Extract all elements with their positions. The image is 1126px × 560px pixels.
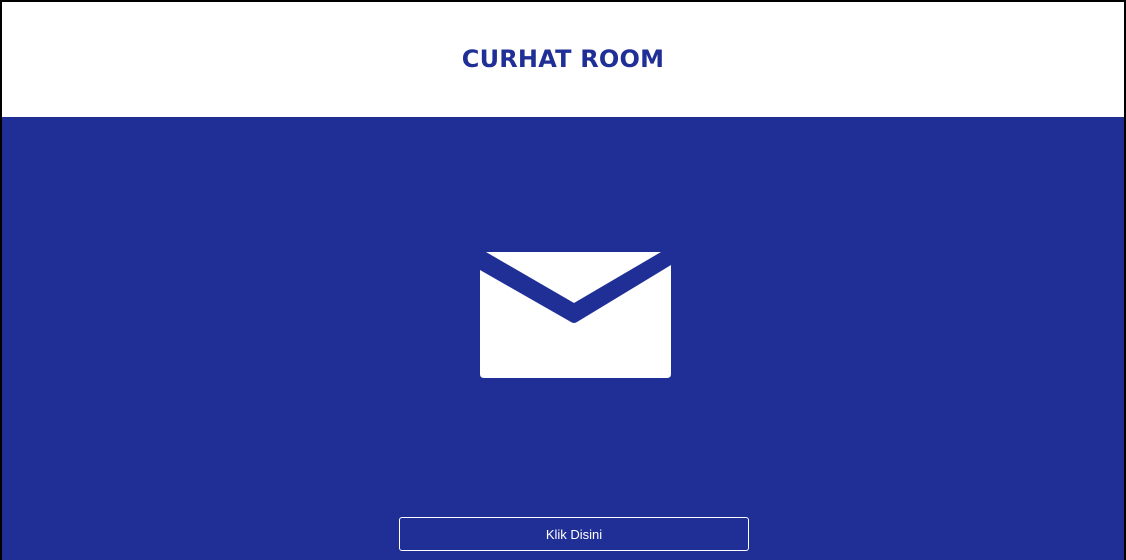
page-title: CURHAT ROOM — [461, 44, 665, 73]
page-header: CURHAT ROOM — [2, 2, 1124, 117]
klik-disini-button[interactable]: Klik Disini — [399, 517, 749, 551]
envelope-icon — [480, 252, 671, 378]
main-panel: Klik Disini — [2, 117, 1124, 560]
app-frame: CURHAT ROOM Klik Disini — [0, 0, 1126, 560]
